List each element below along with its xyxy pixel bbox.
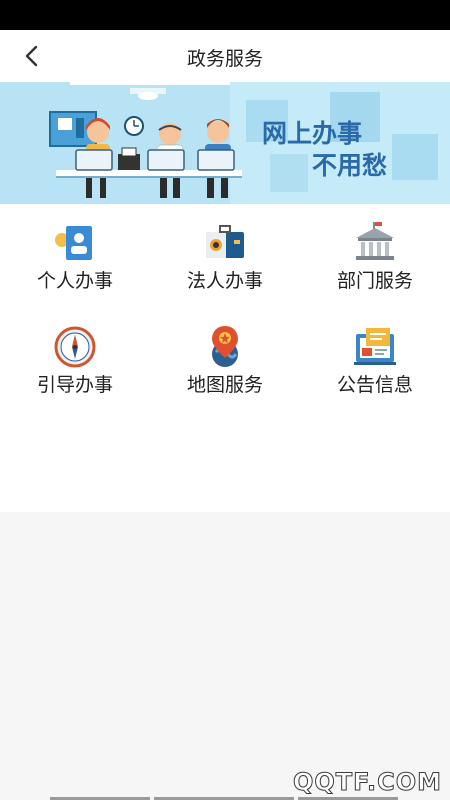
service-label: 引导办事: [36, 374, 113, 396]
briefcase-icon: [206, 225, 244, 258]
service-guide[interactable]: 引导办事: [0, 308, 150, 408]
service-legal-entity[interactable]: 法人办事: [150, 204, 300, 304]
empty-area: QQTF.COM: [0, 512, 450, 800]
banner-slogan-line2: 不用愁: [312, 151, 387, 180]
service-label: 部门服务: [336, 270, 413, 292]
service-map[interactable]: 地图服务: [150, 308, 300, 408]
promo-banner: 网上办事 不用愁: [0, 82, 450, 204]
service-label: 法人办事: [186, 270, 263, 292]
government-building-icon: [356, 222, 394, 260]
id-card-icon: [55, 226, 92, 260]
service-label: 地图服务: [186, 374, 263, 396]
nav-bar: 政务服务: [0, 30, 450, 82]
banner-slogan-line1: 网上办事: [262, 119, 362, 148]
compass-icon: [54, 326, 96, 368]
service-department[interactable]: 部门服务: [300, 204, 450, 304]
notice-board-icon: [354, 328, 396, 365]
service-label: 个人办事: [36, 270, 113, 292]
service-grid: 个人办事 法人办事 部门服务 引导办事 地图服务 公告信息: [0, 204, 450, 512]
service-notice[interactable]: 公告信息: [300, 308, 450, 408]
service-label: 公告信息: [336, 374, 413, 396]
status-bar: [0, 0, 450, 30]
office-illustration: 网上办事 不用愁: [49, 82, 450, 204]
watermark: QQTF.COM: [292, 768, 442, 797]
page-title: 政务服务: [186, 48, 263, 70]
bottom-indicator: [0, 796, 450, 800]
map-pin-icon: [212, 326, 238, 367]
service-personal[interactable]: 个人办事: [0, 204, 150, 304]
